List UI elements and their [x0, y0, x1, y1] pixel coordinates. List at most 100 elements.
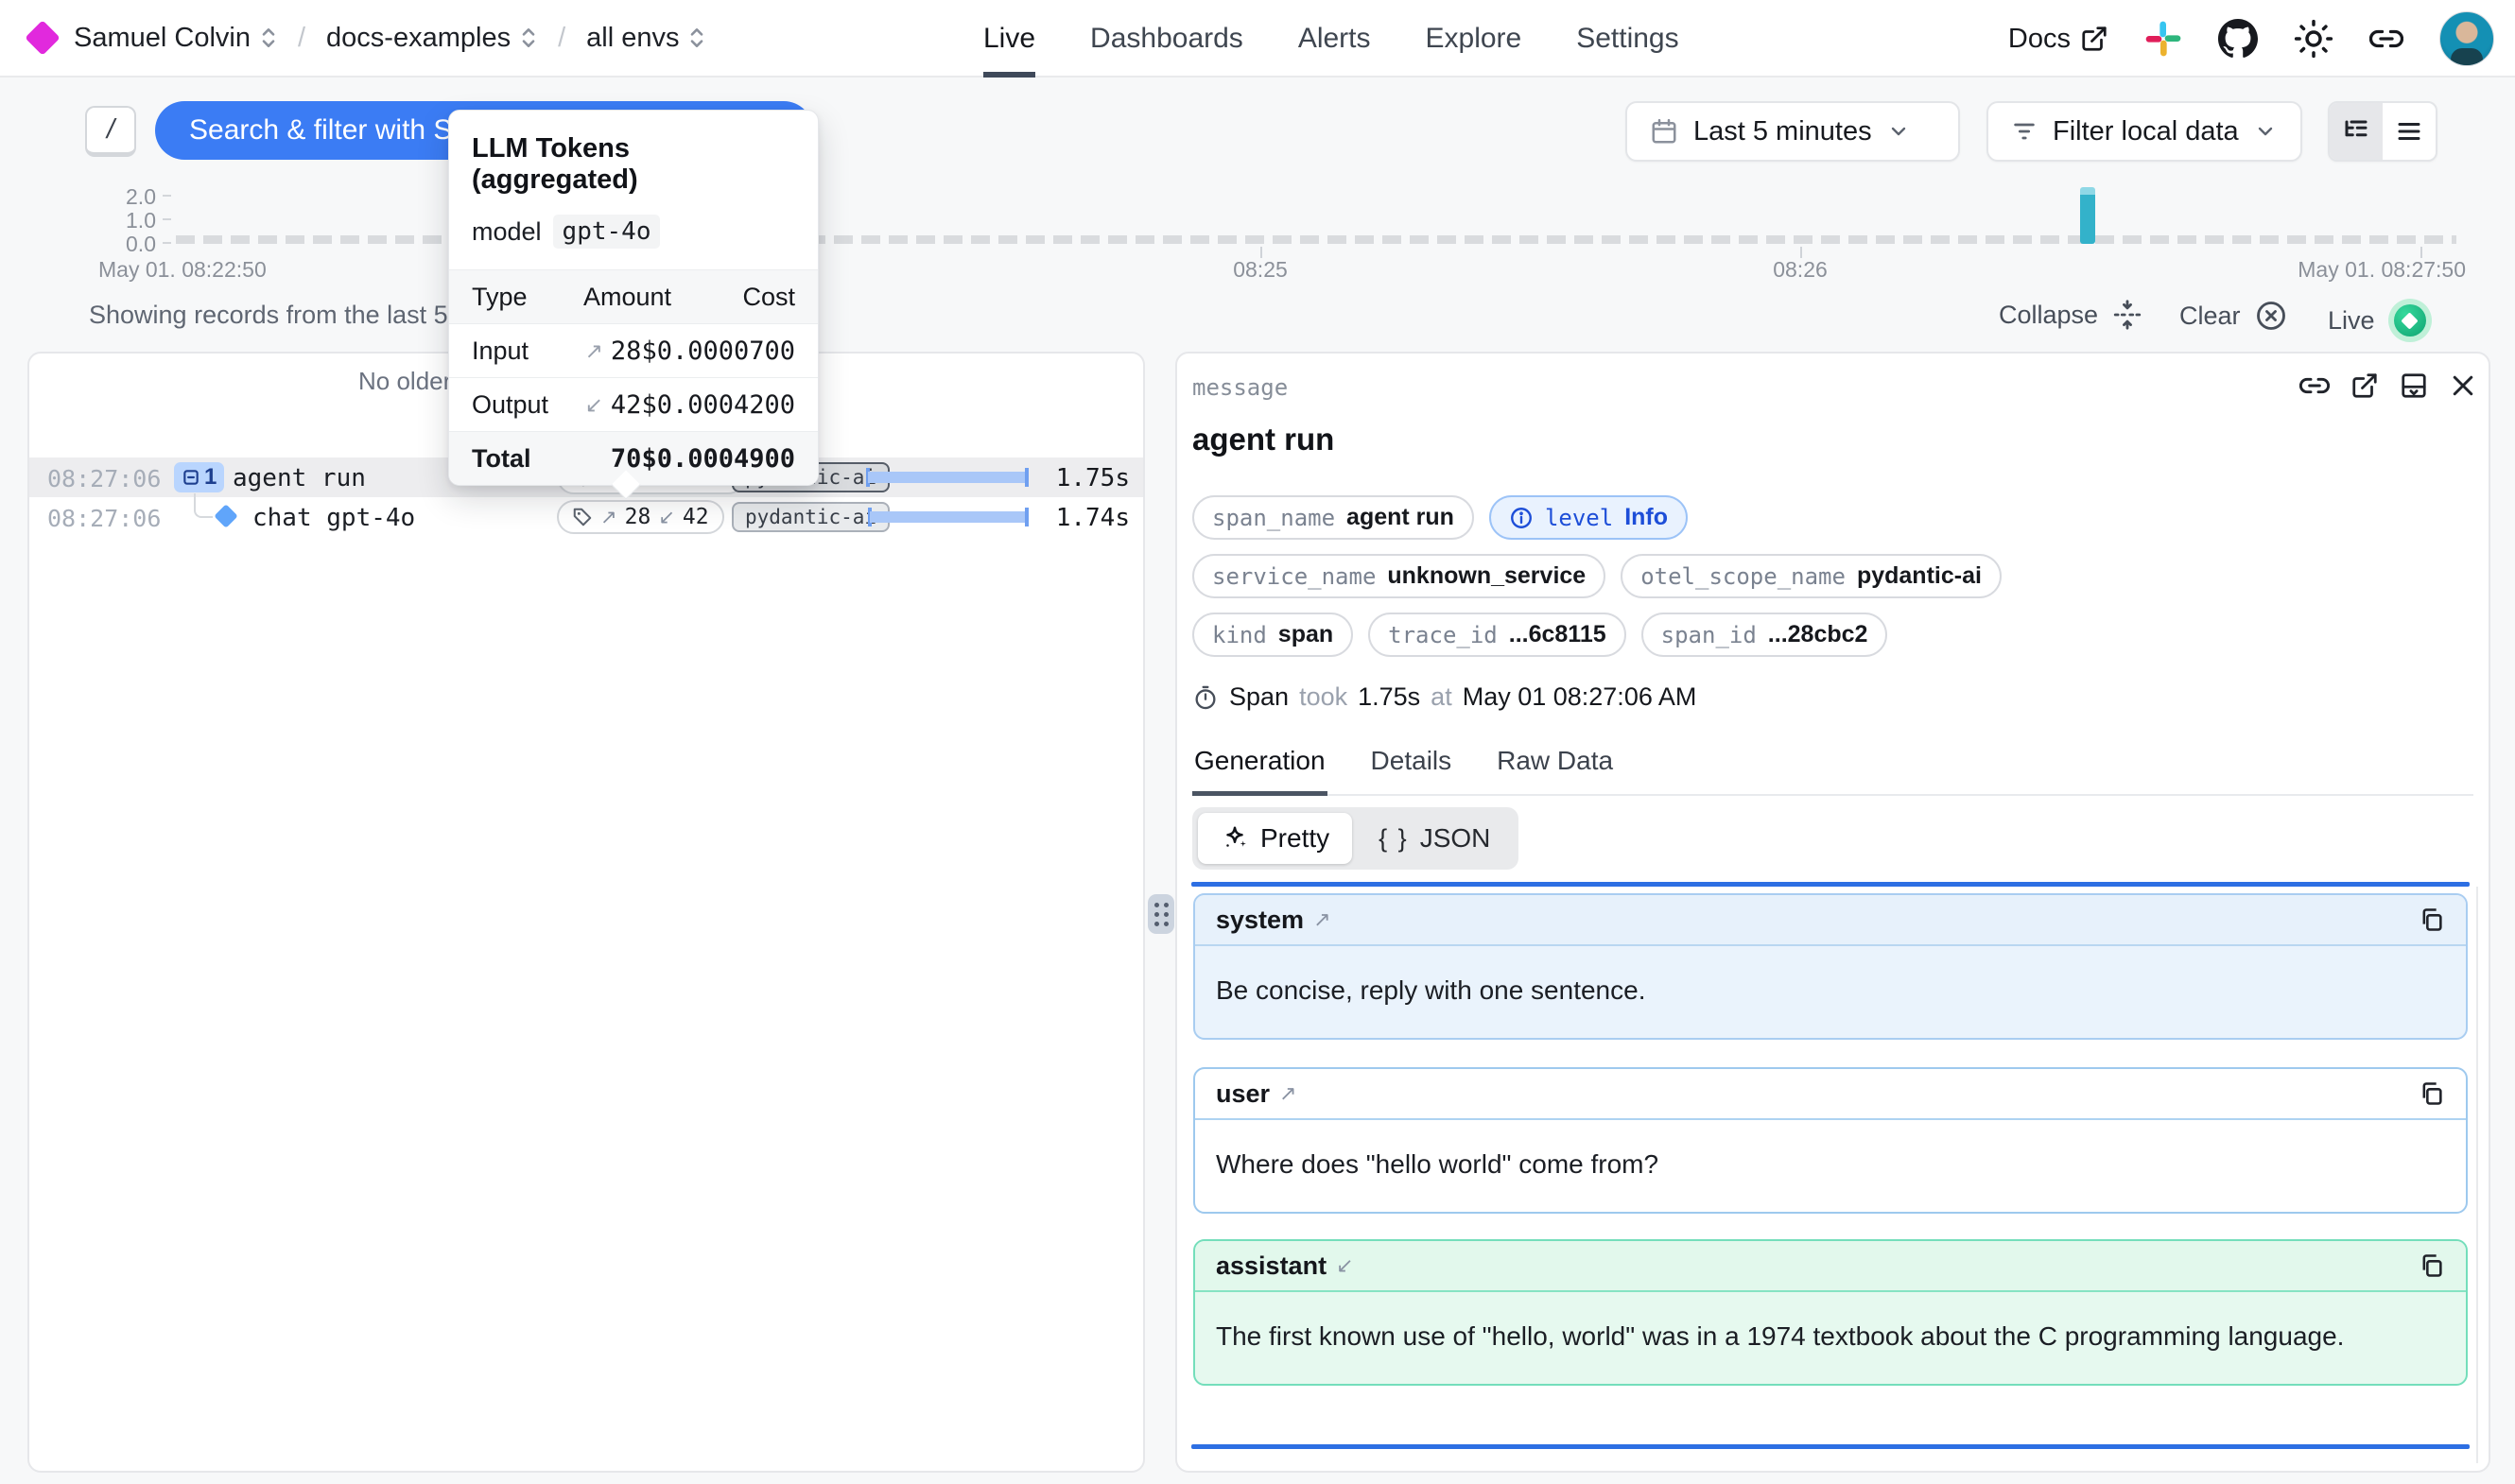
view-mode-toggle — [2328, 101, 2437, 162]
scope-badge[interactable]: pydantic-ai — [732, 502, 890, 532]
message-card-user: user ↗ Where does "hello world" come fro… — [1193, 1067, 2468, 1214]
attr-otel-scope-name[interactable]: otel_scope_name pydantic-ai — [1621, 554, 2002, 598]
breadcrumb-project[interactable]: docs-examples — [326, 23, 537, 54]
attr-service-name[interactable]: service_name unknown_service — [1192, 554, 1605, 598]
message-role: assistant — [1216, 1251, 1327, 1281]
close-panel-icon[interactable] — [2449, 371, 2477, 400]
input-arrow-icon: ↗ — [585, 338, 603, 364]
info-icon — [1509, 506, 1534, 530]
panel-resize-handle[interactable] — [1148, 894, 1174, 934]
message-text: The first known use of "hello, world" wa… — [1195, 1292, 2466, 1384]
stopwatch-icon — [1192, 684, 1219, 711]
input-cost: $0.0000700 — [641, 336, 795, 366]
clear-circle-x-icon — [2254, 299, 2288, 333]
trace-row-time: 08:27:06 — [47, 505, 161, 532]
detail-tabs: Generation Details Raw Data — [1192, 740, 2473, 796]
model-value: gpt-4o — [553, 215, 661, 249]
json-toggle[interactable]: { } JSON — [1356, 813, 1513, 864]
trace-row-chat-gpt4o[interactable]: 08:27:06 chat gpt-4o ↗ 28 ↙ 42 pydantic-… — [29, 497, 1143, 537]
slack-link[interactable] — [2144, 20, 2182, 58]
collapse-button[interactable]: Collapse — [1999, 299, 2143, 331]
row-label: Total — [472, 444, 556, 474]
attr-span-name[interactable]: span_name agent run — [1192, 495, 1474, 540]
attr-span-id[interactable]: span_id ...28cbc2 — [1641, 613, 1888, 657]
header-actions: Docs — [2008, 0, 2494, 78]
list-view-toggle[interactable] — [2383, 103, 2436, 160]
tree-connector — [194, 493, 213, 518]
scroll-top-indicator — [1191, 882, 2470, 887]
collapse-children-badge[interactable]: 1 — [174, 462, 224, 492]
input-amount: 28 — [611, 336, 642, 366]
sun-icon — [2294, 19, 2333, 59]
tab-raw-data[interactable]: Raw Data — [1495, 740, 1615, 796]
tab-generation[interactable]: Generation — [1192, 740, 1327, 796]
timing-took-word: took — [1299, 682, 1347, 712]
tree-view-toggle[interactable] — [2330, 103, 2383, 160]
nav-tab-alerts[interactable]: Alerts — [1298, 0, 1371, 78]
docs-link[interactable]: Docs — [2008, 24, 2108, 55]
clear-label: Clear — [2179, 302, 2241, 331]
dock-panel-icon[interactable] — [2400, 371, 2428, 400]
live-label: Live — [2328, 306, 2375, 336]
json-label: JSON — [1420, 823, 1491, 854]
filter-local-data-value: Filter local data — [2053, 116, 2239, 147]
nav-tab-explore[interactable]: Explore — [1426, 0, 1522, 78]
input-arrow-icon: ↗ — [1313, 907, 1330, 932]
col-type: Type — [472, 283, 583, 312]
panel-scrollbar[interactable] — [2476, 887, 2478, 1463]
filter-local-data-select[interactable]: Filter local data — [1986, 101, 2302, 162]
collapse-icon — [2111, 299, 2143, 331]
tag-icon — [572, 507, 593, 527]
token-usage-pill[interactable]: ↗ 28 ↙ 42 — [557, 500, 724, 534]
trace-list-panel: No older records 08:27:06 1 agent run Σ … — [27, 352, 1145, 1473]
github-link[interactable] — [2218, 19, 2258, 59]
total-amount: 70 — [611, 444, 642, 474]
time-range-select[interactable]: Last 5 minutes — [1625, 101, 1960, 162]
open-external-icon[interactable] — [2350, 371, 2379, 400]
top-navbar: Samuel Colvin / docs-examples / all envs… — [0, 0, 2515, 78]
attr-trace-id[interactable]: trace_id ...6c8115 — [1368, 613, 1625, 657]
x-axis-label: 08:25 — [1204, 257, 1317, 283]
col-amount: Amount — [583, 283, 697, 312]
pretty-label: Pretty — [1260, 823, 1329, 854]
clear-button[interactable]: Clear — [2179, 299, 2288, 333]
copy-icon[interactable] — [2419, 1252, 2445, 1279]
attr-kind[interactable]: kind span — [1192, 613, 1353, 657]
tokens-row-output: Output ↙42 $0.0004200 — [449, 377, 818, 431]
span-diamond-icon — [214, 504, 237, 527]
span-name: chat gpt-4o — [252, 504, 415, 532]
scroll-bottom-indicator — [1191, 1444, 2470, 1449]
x-axis-label: 08:26 — [1743, 257, 1857, 283]
output-arrow-icon: ↙ — [658, 506, 675, 529]
share-link-button[interactable] — [2369, 22, 2403, 56]
pretty-toggle[interactable]: Pretty — [1198, 813, 1352, 864]
theme-toggle[interactable] — [2294, 19, 2333, 59]
nav-tab-settings[interactable]: Settings — [1576, 0, 1678, 78]
chart-spike-bar[interactable] — [2080, 187, 2095, 244]
chevron-down-icon — [2254, 120, 2277, 143]
nav-tab-dashboards[interactable]: Dashboards — [1090, 0, 1243, 78]
breadcrumb-env-label: all envs — [586, 23, 679, 54]
external-link-icon — [2080, 25, 2108, 53]
child-count: 1 — [204, 464, 217, 491]
duration-bar — [868, 508, 1029, 526]
search-shortcut-key: / — [85, 106, 136, 157]
square-minus-icon — [182, 468, 200, 487]
live-toggle[interactable]: Live — [2328, 299, 2432, 342]
nav-tab-live[interactable]: Live — [983, 0, 1035, 78]
tooltip-title: LLM Tokens (aggregated) — [472, 133, 795, 196]
copy-link-icon[interactable] — [2299, 371, 2330, 401]
breadcrumb-org[interactable]: Samuel Colvin — [74, 23, 277, 54]
attr-level[interactable]: level Info — [1489, 495, 1688, 540]
copy-icon[interactable] — [2419, 906, 2445, 933]
tree-view-icon — [2342, 117, 2370, 146]
message-text: Be concise, reply with one sentence. — [1195, 946, 2466, 1038]
tab-details[interactable]: Details — [1369, 740, 1454, 796]
search-sql-label: Search & filter with SQL — [189, 114, 490, 147]
chevrons-up-down-icon — [520, 26, 537, 50]
logfire-logo-icon[interactable] — [25, 20, 61, 56]
user-avatar[interactable] — [2439, 11, 2494, 66]
breadcrumb-environment[interactable]: all envs — [586, 23, 705, 54]
copy-icon[interactable] — [2419, 1080, 2445, 1107]
total-cost: $0.0004900 — [641, 444, 795, 474]
